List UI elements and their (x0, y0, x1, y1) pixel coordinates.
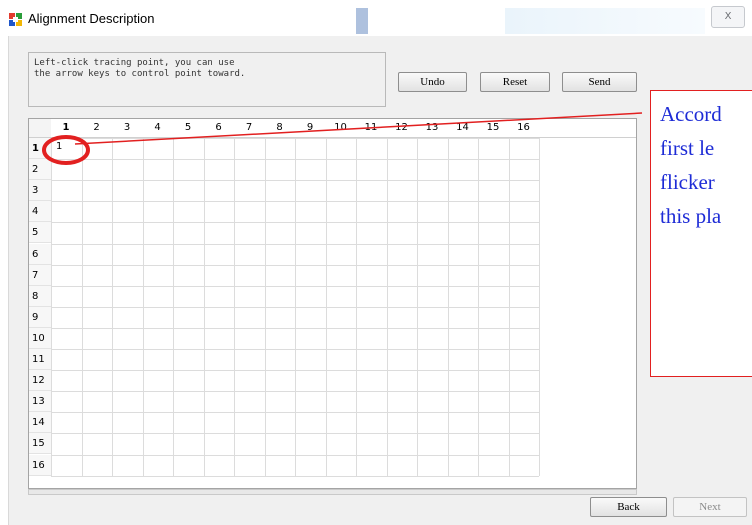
callout-line: Accord (660, 102, 722, 126)
callout-line: flicker (660, 170, 715, 194)
callout-line: this pla (660, 204, 722, 228)
highlight-circle (42, 135, 90, 165)
next-button[interactable]: Next (673, 497, 747, 517)
annotation-overlay (42, 112, 643, 165)
callout-pointer-line (74, 112, 643, 145)
callout-line: first le (660, 136, 715, 160)
back-button[interactable]: Back (590, 497, 667, 517)
callout-text: Accord first le flicker this pla (660, 97, 752, 233)
annotation-callout: Accord first le flicker this pla (650, 90, 752, 377)
